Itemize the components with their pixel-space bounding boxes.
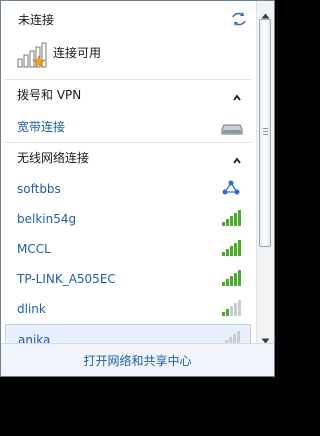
dialup-header-label: 拨号和 VPN — [17, 88, 82, 102]
network-name: softbbs — [17, 182, 61, 196]
wifi-signal-icon — [221, 300, 241, 316]
wifi-signal-icon — [220, 331, 240, 343]
grip-line — [263, 128, 268, 129]
divider — [5, 79, 251, 80]
scroll-down-arrow-icon[interactable] — [261, 330, 270, 344]
divider — [5, 142, 251, 143]
scrollbar[interactable] — [256, 1, 274, 344]
wifi-network-item[interactable]: TP-LINK_A505EC — [5, 264, 251, 294]
grip-line — [263, 131, 268, 132]
adhoc-network-icon — [221, 180, 241, 196]
scroll-up-arrow-icon[interactable] — [261, 5, 270, 19]
network-name: anjka — [18, 333, 51, 343]
wifi-signal-icon — [221, 210, 241, 226]
signal-star-icon — [17, 41, 49, 69]
wireless-header-label: 无线网络连接 — [17, 151, 90, 165]
network-name: belkin54g — [17, 212, 77, 226]
flyout-content: 未连接 连接可用 拨号和 VPN 宽带连接 无线网络连接 softbbs bel… — [1, 1, 256, 343]
chevron-up-icon[interactable] — [231, 89, 243, 101]
wifi-network-item[interactable]: MCCL — [5, 234, 251, 264]
chevron-up-icon[interactable] — [231, 152, 243, 164]
broadband-connection-item[interactable]: 宽带连接 — [5, 112, 251, 142]
scrollbar-thumb[interactable] — [259, 19, 271, 247]
connection-available-label: 连接可用 — [53, 46, 102, 60]
wifi-signal-icon — [221, 240, 241, 256]
wifi-network-item[interactable]: belkin54g — [5, 204, 251, 234]
broadband-label: 宽带连接 — [17, 120, 66, 134]
wireless-section-header[interactable]: 无线网络连接 — [5, 144, 251, 172]
dialup-section-header[interactable]: 拨号和 VPN — [5, 81, 251, 109]
wifi-network-item[interactable]: dlink — [5, 294, 251, 324]
grip-line — [263, 134, 268, 135]
network-flyout: 未连接 连接可用 拨号和 VPN 宽带连接 无线网络连接 softbbs bel… — [0, 0, 275, 377]
network-name: TP-LINK_A505EC — [17, 272, 116, 286]
modem-icon — [221, 121, 243, 135]
network-name: MCCL — [17, 242, 51, 256]
network-name: dlink — [17, 302, 46, 316]
footer-bar: 打开网络和共享中心 — [1, 343, 274, 376]
open-network-center-link[interactable]: 打开网络和共享中心 — [1, 353, 274, 369]
wifi-signal-icon — [221, 270, 241, 286]
status-title: 未连接 — [18, 13, 55, 27]
wifi-network-item[interactable]: softbbs — [5, 174, 251, 204]
wifi-network-item[interactable]: anjka — [5, 324, 251, 343]
refresh-icon[interactable] — [231, 11, 247, 27]
